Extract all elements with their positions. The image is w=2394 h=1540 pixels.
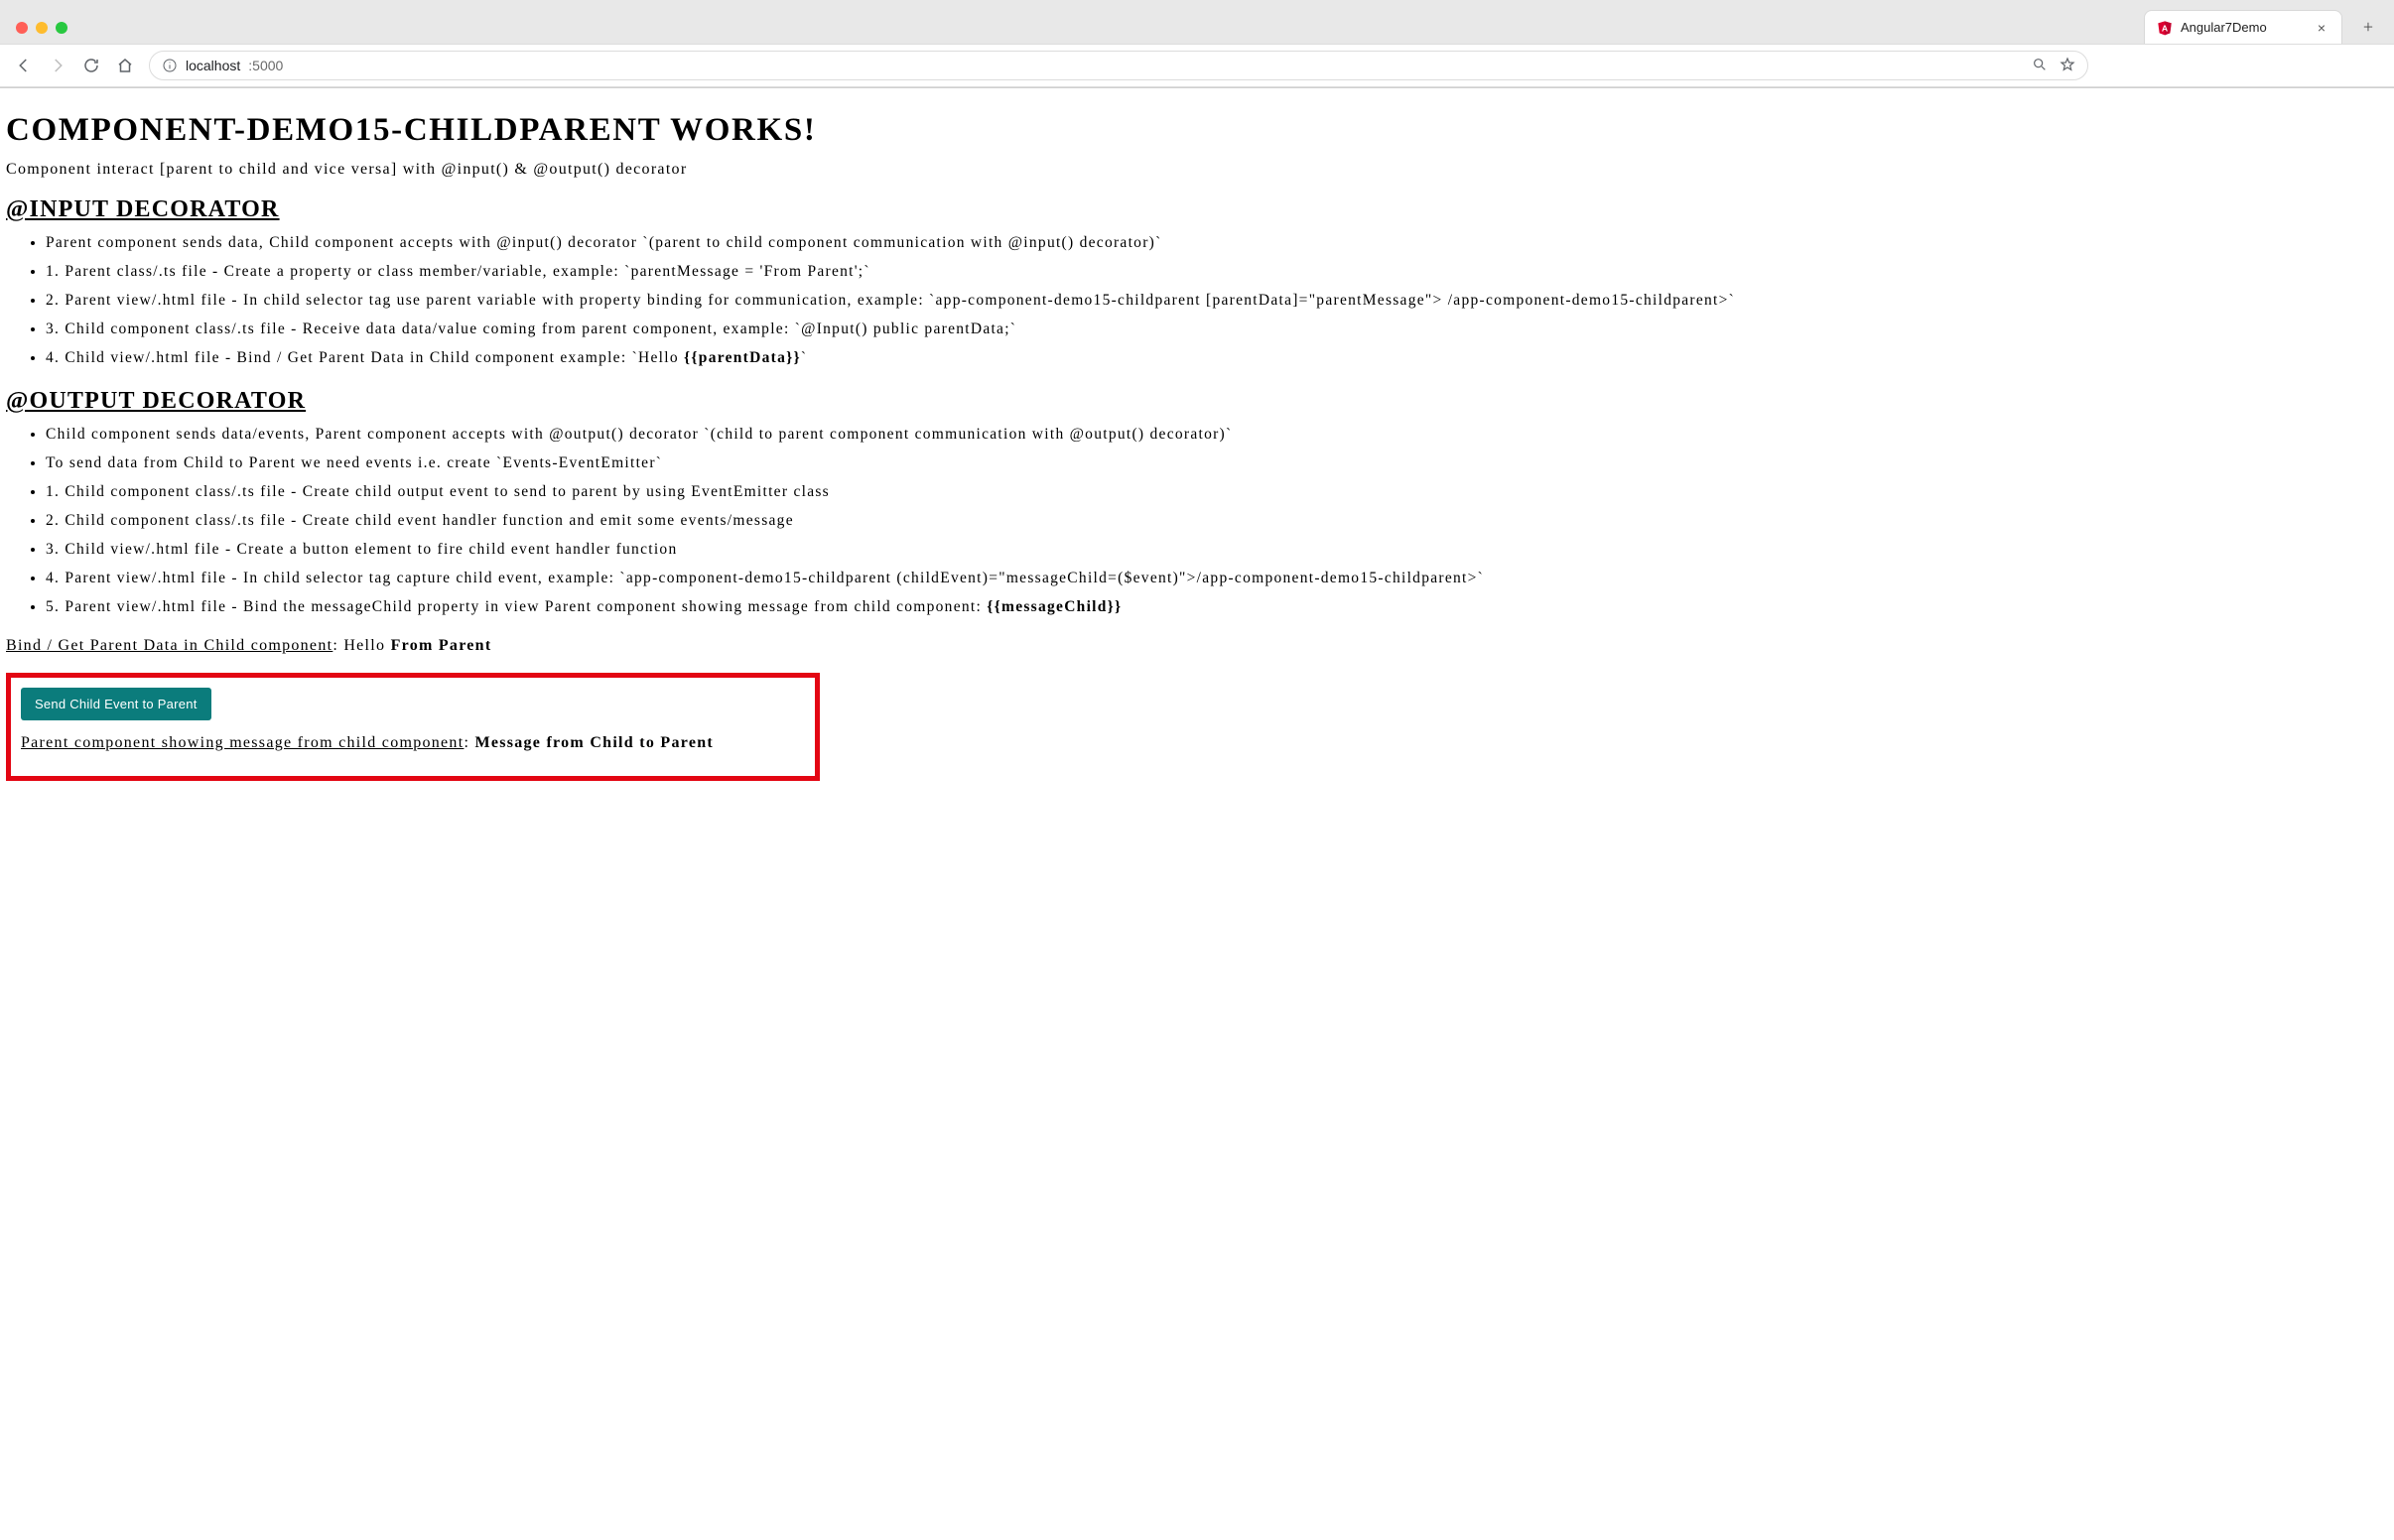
list-item-text: 5. Parent view/.html file - Bind the mes… [46, 598, 987, 615]
parent-message-line: Parent component showing message from ch… [21, 734, 805, 752]
angular-favicon-icon: A [2157, 20, 2173, 36]
svg-text:A: A [2162, 23, 2169, 33]
section-input-title: @INPUT DECORATOR [6, 196, 2388, 223]
home-button[interactable] [115, 56, 135, 75]
list-item-text: 4. Child view/.html file - Bind / Get Pa… [46, 349, 684, 366]
list-item: 1. Child component class/.ts file - Crea… [46, 480, 2388, 504]
child-bind-value: From Parent [391, 637, 492, 654]
list-item: 3. Child view/.html file - Create a butt… [46, 538, 2388, 562]
window-minimize-button[interactable] [36, 22, 48, 34]
bookmark-star-icon[interactable] [2060, 57, 2075, 75]
tab-close-icon[interactable]: × [2318, 21, 2326, 35]
window-maximize-button[interactable] [56, 22, 67, 34]
site-info-icon[interactable] [162, 58, 178, 73]
window-controls [10, 22, 77, 44]
input-list: Parent component sends data, Child compo… [6, 231, 2388, 370]
reload-button[interactable] [81, 56, 101, 75]
list-item: 3. Child component class/.ts file - Rece… [46, 318, 2388, 341]
url-port: :5000 [248, 58, 283, 73]
address-bar-actions [2032, 57, 2075, 75]
list-item-tail: ` [801, 349, 807, 366]
list-item: 5. Parent view/.html file - Bind the mes… [46, 595, 2388, 619]
output-list: Child component sends data/events, Paren… [6, 423, 2388, 619]
list-item: 4. Child view/.html file - Bind / Get Pa… [46, 346, 2388, 370]
browser-tab[interactable]: A Angular7Demo × [2144, 10, 2342, 44]
list-item-bold: {{messageChild}} [987, 598, 1122, 615]
browser-chrome: A Angular7Demo × + localhost :5000 [0, 0, 2394, 88]
parent-message-value: Message from Child to Parent [474, 734, 714, 751]
parent-message-sep: : [464, 734, 474, 751]
section-output-title: @OUTPUT DECORATOR [6, 388, 2388, 415]
browser-toolbar: localhost :5000 [0, 44, 2394, 87]
list-item: Parent component sends data, Child compo… [46, 231, 2388, 255]
url-host: localhost [186, 58, 240, 73]
child-bind-line: Bind / Get Parent Data in Child componen… [6, 637, 2388, 655]
page-heading: COMPONENT-DEMO15-CHILDPARENT WORKS! [6, 112, 2388, 149]
parent-message-label: Parent component showing message from ch… [21, 734, 464, 751]
list-item-bold: {{parentData}} [684, 349, 801, 366]
page-content: COMPONENT-DEMO15-CHILDPARENT WORKS! Comp… [0, 88, 2394, 821]
list-item: 4. Parent view/.html file - In child sel… [46, 567, 2388, 590]
new-tab-button[interactable]: + [2354, 13, 2382, 41]
back-button[interactable] [14, 56, 34, 75]
list-item: Child component sends data/events, Paren… [46, 423, 2388, 447]
zoom-icon[interactable] [2032, 57, 2048, 75]
forward-button[interactable] [48, 56, 67, 75]
send-child-event-button[interactable]: Send Child Event to Parent [21, 688, 211, 720]
address-bar[interactable]: localhost :5000 [149, 51, 2088, 80]
page-subtitle: Component interact [parent to child and … [6, 161, 2388, 179]
highlight-box: Send Child Event to Parent Parent compon… [6, 673, 820, 781]
list-item: 1. Parent class/.ts file - Create a prop… [46, 260, 2388, 284]
list-item: 2. Child component class/.ts file - Crea… [46, 509, 2388, 533]
list-item: 2. Parent view/.html file - In child sel… [46, 289, 2388, 313]
child-bind-prefix: : Hello [332, 637, 390, 654]
browser-tab-title: Angular7Demo [2181, 20, 2267, 35]
window-close-button[interactable] [16, 22, 28, 34]
list-item: To send data from Child to Parent we nee… [46, 451, 2388, 475]
tab-strip: A Angular7Demo × + [0, 0, 2394, 44]
child-bind-label: Bind / Get Parent Data in Child componen… [6, 637, 332, 654]
